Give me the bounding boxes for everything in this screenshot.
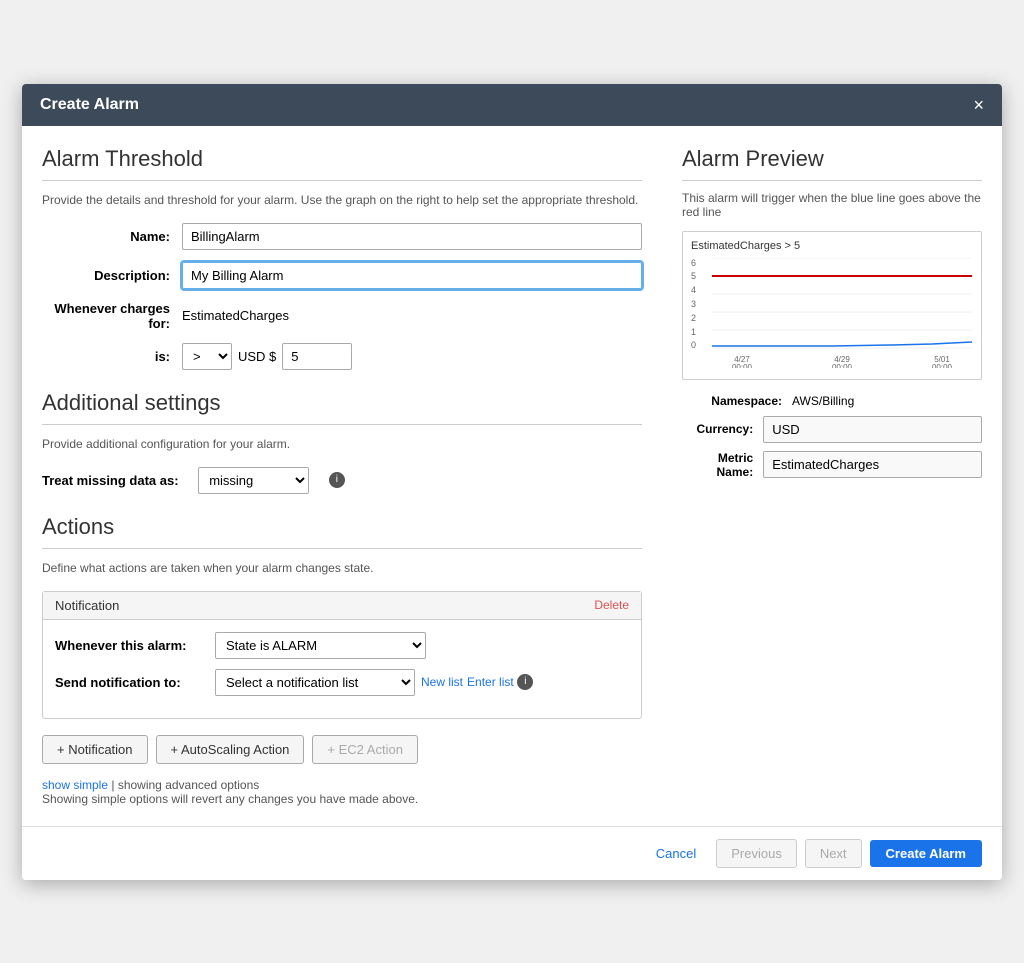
alarm-preview-divider	[682, 180, 982, 181]
modal-body: Alarm Threshold Provide the details and …	[22, 126, 1002, 826]
description-row: Description:	[42, 262, 642, 289]
add-notification-button[interactable]: + Notification	[42, 735, 148, 764]
y-label-5: 5	[691, 271, 707, 281]
close-button[interactable]: ×	[973, 96, 984, 114]
namespace-row: Namespace: AWS/Billing	[682, 394, 982, 408]
namespace-value: AWS/Billing	[792, 394, 854, 408]
notification-info-icon[interactable]: i	[517, 674, 533, 690]
alarm-state-select[interactable]: State is ALARM State is OK State is INSU…	[215, 632, 426, 659]
is-row: is: > >= < <= = USD $	[42, 343, 642, 370]
chart-svg: 4/27 00:00 4/29 00:00 5/01 00:00	[711, 258, 973, 368]
notification-box: Notification Delete Whenever this alarm:…	[42, 591, 642, 719]
modal-title: Create Alarm	[40, 96, 139, 114]
left-panel: Alarm Threshold Provide the details and …	[42, 146, 662, 806]
name-label: Name:	[42, 229, 182, 244]
whenever-alarm-label: Whenever this alarm:	[55, 638, 215, 653]
svg-text:00:00: 00:00	[732, 363, 753, 368]
y-label-0: 0	[691, 340, 707, 350]
alarm-threshold-title: Alarm Threshold	[42, 146, 642, 172]
cancel-button[interactable]: Cancel	[644, 840, 708, 867]
notification-label: Notification	[55, 598, 119, 613]
previous-button[interactable]: Previous	[716, 839, 797, 868]
chart-area-wrapper: 6 5 4 3 2 1 0	[691, 258, 973, 371]
operator-select[interactable]: > >= < <= =	[182, 343, 232, 370]
actions-divider	[42, 548, 642, 549]
whenever-alarm-row: Whenever this alarm: State is ALARM Stat…	[55, 632, 629, 659]
name-input[interactable]	[182, 223, 642, 250]
y-label-6: 6	[691, 258, 707, 268]
send-notification-row: Send notification to: Select a notificat…	[55, 669, 629, 696]
alarm-preview-desc: This alarm will trigger when the blue li…	[682, 191, 982, 219]
y-label-4: 4	[691, 285, 707, 295]
svg-text:00:00: 00:00	[832, 363, 853, 368]
svg-text:00:00: 00:00	[932, 363, 953, 368]
threshold-input[interactable]	[282, 343, 352, 370]
metric-name-row: Metric Name:	[682, 451, 982, 479]
whenever-value: EstimatedCharges	[182, 308, 289, 323]
chart-container: EstimatedCharges > 5 6 5 4 3 2 1 0	[682, 231, 982, 380]
modal-footer: Cancel Previous Next Create Alarm	[22, 826, 1002, 880]
additional-settings-desc: Provide additional configuration for you…	[42, 437, 642, 451]
alarm-threshold-divider	[42, 180, 642, 181]
treat-missing-label: Treat missing data as:	[42, 473, 179, 488]
notification-header: Notification Delete	[43, 592, 641, 620]
alarm-preview-title: Alarm Preview	[682, 146, 982, 172]
treat-missing-info-icon[interactable]: i	[329, 472, 345, 488]
is-label: is:	[42, 349, 182, 364]
whenever-label: Whenever charges for:	[42, 301, 182, 331]
action-buttons: + Notification + AutoScaling Action + EC…	[42, 735, 642, 764]
create-alarm-button[interactable]: Create Alarm	[870, 840, 982, 867]
currency-row: Currency:	[682, 416, 982, 443]
threshold-controls: > >= < <= = USD $	[182, 343, 352, 370]
actions-desc: Define what actions are taken when your …	[42, 561, 642, 575]
currency-input[interactable]	[763, 416, 982, 443]
usd-label: USD $	[238, 349, 276, 364]
additional-settings-title: Additional settings	[42, 390, 642, 416]
next-button[interactable]: Next	[805, 839, 862, 868]
description-input[interactable]	[182, 262, 642, 289]
actions-title: Actions	[42, 514, 642, 540]
y-axis-labels: 6 5 4 3 2 1 0	[691, 258, 707, 371]
additional-settings-section: Additional settings Provide additional c…	[42, 390, 642, 494]
delete-link[interactable]: Delete	[594, 598, 629, 612]
additional-settings-divider	[42, 424, 642, 425]
right-panel: Alarm Preview This alarm will trigger wh…	[662, 146, 982, 806]
treat-missing-select[interactable]: missing notBreaching breaching ignore	[198, 467, 309, 494]
description-field-container	[182, 262, 642, 289]
description-label: Description:	[42, 268, 182, 283]
name-row: Name:	[42, 223, 642, 250]
send-notification-label: Send notification to:	[55, 675, 215, 690]
alarm-threshold-desc: Provide the details and threshold for yo…	[42, 193, 642, 207]
chart-svg-container: 4/27 00:00 4/29 00:00 5/01 00:00	[711, 258, 973, 371]
y-label-1: 1	[691, 327, 707, 337]
show-simple-link[interactable]: show simple	[42, 778, 108, 792]
modal-header: Create Alarm ×	[22, 84, 1002, 126]
new-list-link[interactable]: New list	[421, 675, 463, 689]
add-ec2-button[interactable]: + EC2 Action	[312, 735, 418, 764]
show-simple-row: show simple | showing advanced options S…	[42, 778, 642, 806]
actions-section: Actions Define what actions are taken wh…	[42, 514, 642, 764]
currency-label: Currency:	[682, 422, 763, 436]
name-field-container	[182, 223, 642, 250]
showing-advanced-text: | showing advanced options	[111, 778, 259, 792]
notification-list-select[interactable]: Select a notification list	[215, 669, 415, 696]
whenever-row: Whenever charges for: EstimatedCharges	[42, 301, 642, 331]
chart-label: EstimatedCharges > 5	[691, 240, 973, 252]
enter-list-link[interactable]: Enter list	[467, 675, 514, 689]
notification-body: Whenever this alarm: State is ALARM Stat…	[43, 620, 641, 718]
namespace-label: Namespace:	[682, 394, 792, 408]
treat-missing-row: Treat missing data as: missing notBreach…	[42, 467, 642, 494]
add-autoscaling-button[interactable]: + AutoScaling Action	[156, 735, 305, 764]
metric-name-input[interactable]	[763, 451, 982, 478]
y-label-2: 2	[691, 313, 707, 323]
metric-name-label: Metric Name:	[682, 451, 763, 479]
show-simple-note: Showing simple options will revert any c…	[42, 792, 418, 806]
y-label-3: 3	[691, 299, 707, 309]
